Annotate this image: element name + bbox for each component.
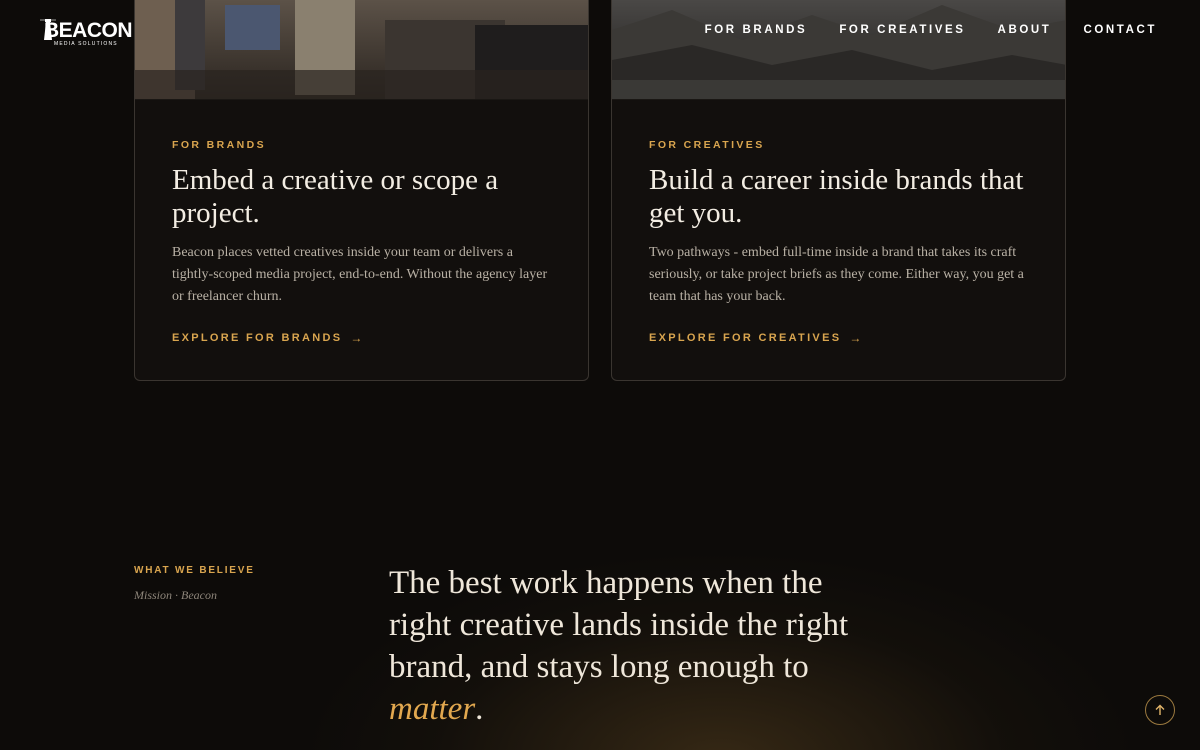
scroll-to-top-button[interactable] — [1145, 695, 1175, 725]
explore-for-creatives-link[interactable]: EXPLORE FOR CREATIVES → — [649, 331, 861, 345]
mission-eyebrow: WHAT WE BELIEVE — [134, 565, 255, 576]
nav-about[interactable]: ABOUT — [998, 24, 1052, 36]
nav-contact[interactable]: CONTACT — [1083, 24, 1157, 36]
mission-quote-main: The best work happens when the right cre… — [389, 565, 849, 685]
logo-subtext: MEDIA SOLUTIONS — [54, 41, 118, 47]
arrow-right-icon: → — [350, 331, 363, 345]
nav-for-brands[interactable]: FOR BRANDS — [705, 24, 808, 36]
brands-card-title: Embed a creative or scope a project. — [172, 164, 499, 229]
brands-card-body: Beacon places vetted creatives inside yo… — [172, 245, 548, 304]
explore-for-creatives-label: EXPLORE FOR CREATIVES — [649, 332, 842, 344]
mission-caption: Mission · Beacon — [134, 588, 217, 602]
creatives-card-eyebrow: FOR CREATIVES — [649, 139, 765, 151]
mission-quote-emphasis: matter — [389, 691, 476, 727]
main-nav: FOR BRANDS FOR CREATIVES ABOUT CONTACT — [705, 24, 1157, 36]
creatives-card-body: Two pathways - embed full-time inside a … — [649, 245, 1024, 304]
creatives-card-title: Build a career inside brands that get yo… — [649, 164, 1024, 229]
arrow-up-icon — [1155, 704, 1165, 715]
explore-for-brands-link[interactable]: EXPLORE FOR BRANDS → — [172, 331, 362, 345]
nav-for-creatives[interactable]: FOR CREATIVES — [839, 24, 965, 36]
beacon-logo[interactable]: BEACON MEDIA SOLUTIONS — [40, 16, 140, 48]
explore-for-brands-label: EXPLORE FOR BRANDS — [172, 332, 343, 344]
arrow-right-icon: → — [849, 331, 862, 345]
logo-wordmark: BEACON — [44, 19, 133, 42]
brands-card-eyebrow: FOR BRANDS — [172, 139, 266, 151]
mission-quote: The best work happens when the right cre… — [389, 562, 859, 730]
site-header: BEACON MEDIA SOLUTIONS FOR BRANDS FOR CR… — [0, 0, 1200, 64]
mission-quote-end: . — [475, 691, 484, 727]
